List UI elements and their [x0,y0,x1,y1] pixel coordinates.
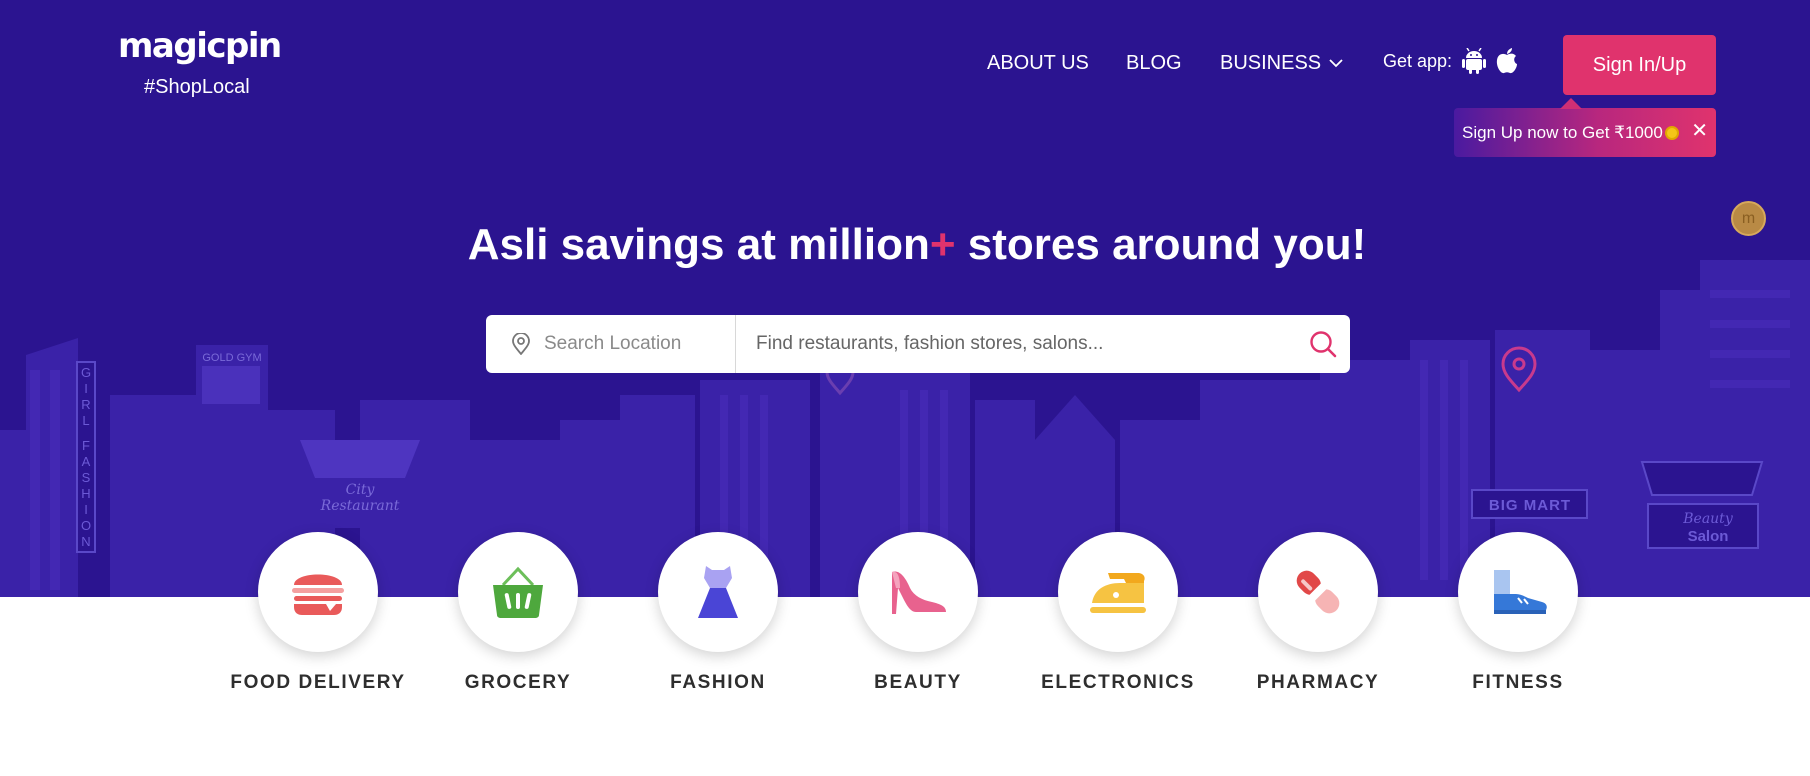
svg-text:S: S [82,470,91,485]
android-icon[interactable] [1462,48,1487,74]
dress-icon [658,532,778,652]
nav-business-label: BUSINESS [1220,52,1322,74]
svg-text:O: O [81,518,91,533]
svg-text:N: N [81,534,90,549]
brand-tagline: #ShopLocal [144,76,250,98]
category-grocery[interactable]: GROCERY [418,532,618,694]
iron-icon [1058,532,1178,652]
category-fitness[interactable]: FITNESS [1418,532,1618,694]
location-input[interactable] [544,333,704,355]
category-label: FOOD DELIVERY [230,672,406,693]
category-label: FASHION [670,672,766,693]
category-label: BEAUTY [874,672,962,693]
category-label: GROCERY [464,672,572,693]
hero-headline: Asli savings at million+ stores around y… [0,220,1810,270]
headline-text-end: stores around you! [955,220,1367,269]
svg-text:A: A [82,454,91,469]
search-bar [486,315,1350,373]
search-input[interactable] [756,315,1301,373]
svg-text:I: I [84,381,88,396]
close-icon[interactable]: ✕ [1691,120,1708,142]
get-app-label: Get app: [1383,50,1453,71]
magicpin-logo[interactable]: magicpin #ShopLocal [118,26,282,98]
svg-text:I: I [84,502,88,517]
svg-text:Salon: Salon [1688,528,1729,545]
basket-icon [458,532,578,652]
sign-in-up-button[interactable]: Sign In/Up [1563,35,1716,95]
nav-blog[interactable]: BLOG [1126,52,1182,75]
city-skyline-illustration: G I R L F A S H I O N GOLD GYM City Rest… [0,260,1810,597]
hero-banner: G I R L F A S H I O N GOLD GYM City Rest… [0,0,1810,597]
svg-text:Restaurant: Restaurant [320,498,400,514]
nav-about-us[interactable]: ABOUT US [987,52,1089,75]
heel-icon [858,532,978,652]
svg-text:R: R [81,397,90,412]
headline-text: Asli savings at million [467,220,930,269]
promo-text: Sign Up now to Get ₹1000 [1462,122,1663,142]
svg-text:BIG MART: BIG MART [1489,497,1571,514]
svg-text:H: H [81,486,90,501]
category-pharmacy[interactable]: PHARMACY [1218,532,1418,694]
apple-icon[interactable] [1496,48,1518,74]
beauty-salon-shop: Beauty Salon [1640,461,1764,549]
brand-name: magicpin [118,26,282,66]
svg-text:Beauty: Beauty [1682,511,1734,527]
capsule-icon [1258,532,1378,652]
signup-promo-tooltip: Sign Up now to Get ₹1000 ✕ [1454,98,1716,157]
category-food-delivery[interactable]: FOOD DELIVERY [218,532,418,694]
category-fashion[interactable]: FASHION [618,532,818,694]
big-mart-sign: BIG MART [1471,489,1588,519]
burger-icon [258,532,378,652]
svg-text:L: L [82,413,89,428]
coin-icon [1664,125,1679,140]
category-electronics[interactable]: ELECTRONICS [1018,532,1218,694]
svg-text:G: G [81,365,91,380]
get-app: Get app: [1383,48,1518,74]
gold-gym-sign: GOLD GYM [202,352,262,404]
shoe-icon [1458,532,1578,652]
category-label: FITNESS [1472,672,1564,693]
category-label: ELECTRONICS [1041,672,1195,693]
category-label: PHARMACY [1256,672,1380,693]
search-icon[interactable] [1308,329,1338,359]
tooltip-arrow [1560,98,1582,109]
svg-text:F: F [82,438,90,453]
svg-text:City: City [346,482,376,498]
nav-business-dropdown[interactable]: BUSINESS [1220,52,1343,75]
location-selector[interactable] [486,315,736,373]
location-pin-icon [512,333,530,355]
headline-plus: + [929,220,956,269]
city-restaurant-shop: City Restaurant [300,440,420,528]
chevron-down-icon [1329,59,1343,68]
girl-fashion-sign: G I R L F A S H I O N [76,361,96,553]
category-beauty[interactable]: BEAUTY [818,532,1018,694]
svg-text:GOLD GYM: GOLD GYM [202,352,261,364]
